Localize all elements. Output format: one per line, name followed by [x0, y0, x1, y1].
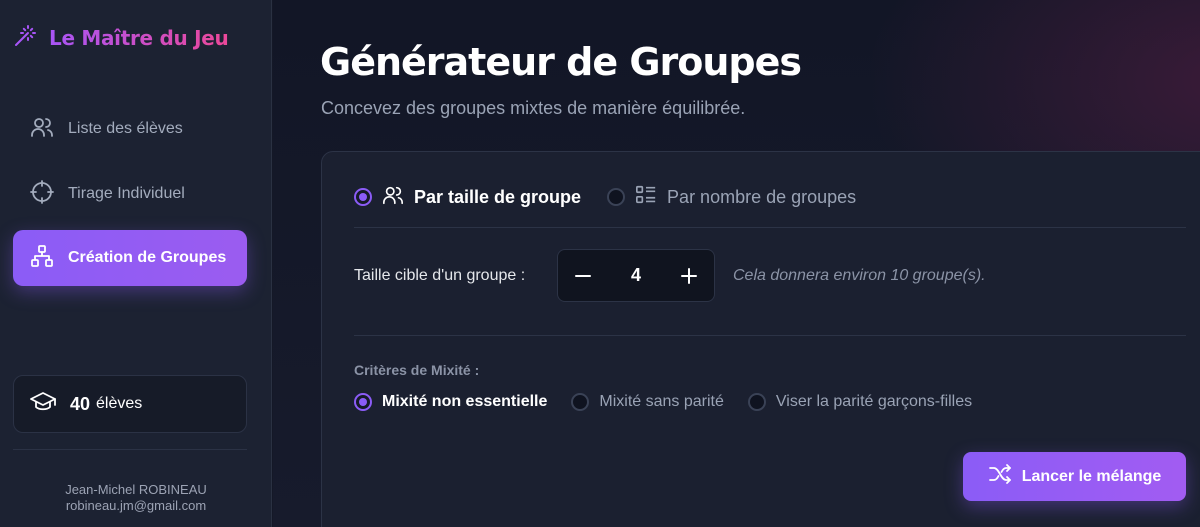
users-icon	[30, 115, 54, 144]
mode-option-group-count[interactable]: Par nombre de groupes	[607, 184, 856, 211]
student-count-label: élèves	[96, 395, 143, 412]
criteria-label: Mixité non essentielle	[382, 393, 548, 410]
users-icon	[382, 184, 404, 211]
group-size-stepper: 4	[557, 249, 715, 302]
mode-option-group-size[interactable]: Par taille de groupe	[354, 184, 581, 211]
sidebar-item-label: Création de Groupes	[68, 249, 227, 266]
criteria-option-parity[interactable]: Viser la parité garçons-filles	[747, 393, 973, 411]
student-count-value: 40	[70, 393, 91, 414]
page-subtitle: Concevez des groupes mixtes de manière é…	[321, 98, 746, 118]
sidebar-item-individual-draw[interactable]: Tirage Individuel	[13, 166, 247, 222]
criteria-label: Viser la parité garçons-filles	[775, 393, 973, 410]
sidebar-item-label: Liste des élèves	[68, 120, 183, 137]
criteria-title: Critères de Mixité :	[354, 362, 480, 378]
launch-label: Lancer le mélange	[1021, 467, 1162, 485]
magic-wand-icon	[13, 24, 37, 53]
divider	[354, 335, 1186, 336]
author-info: Jean-Michel ROBINEAU robineau.jm@gmail.c…	[0, 482, 272, 514]
brand[interactable]: Le Maître du Jeu	[13, 24, 229, 53]
mode-selector: Par taille de groupe Par nombre de group…	[354, 183, 856, 211]
group-size-value[interactable]: 4	[631, 265, 641, 286]
mode-label: Par taille de groupe	[414, 186, 582, 207]
criteria-options: Mixité non essentielle Mixité sans parit…	[354, 390, 972, 414]
student-count-card: 40 élèves	[13, 375, 247, 433]
group-estimate: Cela donnera environ 10 groupe(s).	[733, 267, 986, 284]
radio-unselected[interactable]	[747, 393, 766, 411]
group-size-label: Taille cible d'un groupe :	[354, 267, 526, 284]
radio-selected[interactable]	[354, 188, 372, 206]
divider	[13, 449, 247, 450]
criteria-option-non-essential[interactable]: Mixité non essentielle	[354, 393, 547, 411]
page-title: Générateur de Groupes	[320, 40, 802, 84]
hierarchy-icon	[30, 244, 54, 273]
radio-selected[interactable]	[354, 393, 372, 411]
criteria-option-no-parity[interactable]: Mixité sans parité	[571, 393, 724, 411]
sidebar: Le Maître du Jeu Liste des élèves Tirage…	[0, 0, 272, 527]
list-icon	[635, 184, 657, 211]
author-email: robineau.jm@gmail.com	[65, 498, 207, 513]
target-icon	[30, 179, 54, 209]
shuffle-icon	[988, 463, 1012, 490]
sidebar-item-group-creation[interactable]: Création de Groupes	[13, 230, 247, 286]
radio-unselected[interactable]	[571, 393, 590, 411]
graduation-cap-icon	[30, 390, 56, 419]
mode-label: Par nombre de groupes	[667, 186, 857, 207]
divider	[354, 227, 1186, 228]
radio-unselected[interactable]	[607, 188, 626, 206]
criteria-label: Mixité sans parité	[599, 393, 724, 410]
plus-button[interactable]	[678, 265, 700, 287]
launch-shuffle-button[interactable]: Lancer le mélange	[963, 452, 1186, 501]
minus-button[interactable]	[572, 265, 594, 287]
sidebar-item-label: Tirage Individuel	[68, 185, 185, 202]
sidebar-item-students-list[interactable]: Liste des élèves	[13, 101, 247, 157]
author-name: Jean-Michel ROBINEAU	[65, 482, 207, 497]
app-title: Le Maître du Jeu	[49, 26, 229, 50]
